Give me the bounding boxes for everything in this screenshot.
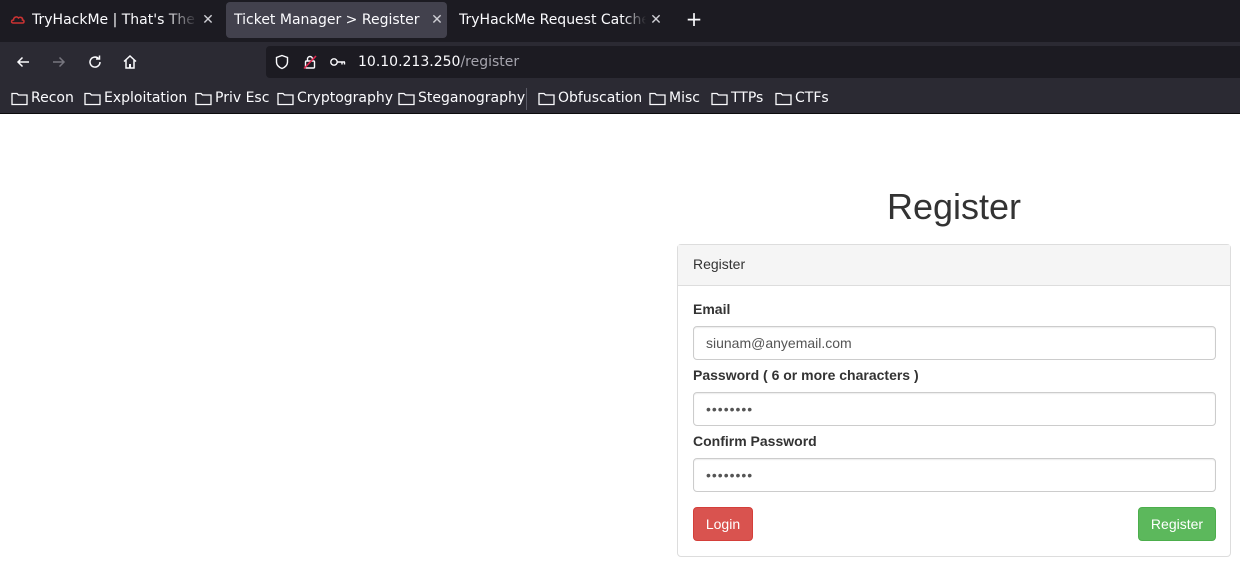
close-tab-icon[interactable]: ✕	[427, 12, 447, 28]
url-text[interactable]: 10.10.213.250/register	[358, 54, 519, 70]
confirm-password-label: Confirm Password	[693, 433, 817, 449]
folder-icon	[775, 92, 792, 105]
bookmark-label: Priv Esc	[215, 90, 270, 106]
bookmark-label: Steganography	[418, 90, 526, 106]
forward-arrow-icon	[53, 56, 66, 68]
bookmarks-separator	[526, 88, 527, 110]
bookmark-label: Misc	[669, 90, 700, 106]
register-panel: Register Email siunam@anyemail.com Passw…	[677, 244, 1231, 557]
folder-icon	[398, 92, 415, 105]
page-content: Register Register Email siunam@anyemail.…	[0, 114, 1240, 563]
home-button[interactable]	[118, 50, 142, 74]
password-input[interactable]: ••••••••	[693, 392, 1216, 426]
close-tab-icon[interactable]: ✕	[198, 12, 218, 28]
bookmark-folder-misc[interactable]: Misc	[649, 88, 700, 108]
folder-icon	[711, 92, 728, 105]
panel-heading: Register	[678, 245, 1230, 286]
reload-button[interactable]	[83, 50, 107, 74]
url-host: 10.10.213.250	[358, 54, 461, 70]
folder-icon	[277, 92, 294, 105]
bookmark-label: Exploitation	[104, 90, 188, 106]
tab-ticket-manager[interactable]: Ticket Manager > Register ✕	[226, 2, 447, 38]
back-arrow-icon	[16, 56, 29, 68]
reload-icon	[89, 55, 101, 68]
tab-title: Ticket Manager > Register	[234, 12, 420, 28]
tab-tryhackme[interactable]: TryHackMe | That's The Ti ✕	[6, 2, 218, 38]
navigation-toolbar: 10.10.213.250/register	[0, 42, 1240, 82]
password-label: Password ( 6 or more characters )	[693, 367, 919, 383]
bookmarks-toolbar: Recon Exploitation Priv Esc Cryptography…	[0, 82, 1240, 114]
back-button[interactable]	[11, 50, 35, 74]
folder-icon	[195, 92, 212, 105]
new-tab-button[interactable]: +	[682, 8, 706, 32]
register-button[interactable]: Register	[1138, 507, 1216, 541]
shield-icon[interactable]	[270, 50, 294, 74]
folder-icon	[538, 92, 555, 105]
home-icon	[123, 54, 137, 69]
tab-title: TryHackMe | That's The Ti	[32, 12, 198, 28]
email-input[interactable]: siunam@anyemail.com	[693, 326, 1216, 360]
url-bar[interactable]: 10.10.213.250/register	[266, 46, 1240, 78]
folder-icon	[649, 92, 666, 105]
bookmark-folder-priv-esc[interactable]: Priv Esc	[195, 88, 269, 108]
url-path: /register	[460, 54, 520, 70]
bookmark-label: TTPs	[731, 90, 764, 106]
forward-button[interactable]	[47, 50, 71, 74]
bookmark-folder-ctfs[interactable]: CTFs	[775, 88, 829, 108]
confirm-password-value: ••••••••	[706, 467, 754, 483]
bookmark-folder-steganography[interactable]: Steganography	[398, 88, 525, 108]
close-tab-icon[interactable]: ✕	[646, 12, 666, 28]
tryhackme-favicon-icon	[10, 12, 26, 28]
tab-request-catcher[interactable]: TryHackMe Request Catcher ✕	[452, 2, 666, 38]
folder-icon	[84, 92, 101, 105]
password-value: ••••••••	[706, 401, 754, 417]
bookmark-label: CTFs	[795, 90, 829, 106]
email-label: Email	[693, 301, 731, 317]
tab-strip: TryHackMe | That's The Ti ✕ Ticket Manag…	[0, 0, 1240, 42]
folder-icon	[11, 92, 28, 105]
bookmark-label: Cryptography	[297, 90, 394, 106]
login-button[interactable]: Login	[693, 507, 753, 541]
bookmark-label: Obfuscation	[558, 90, 643, 106]
email-value: siunam@anyemail.com	[706, 335, 852, 351]
tab-title: TryHackMe Request Catcher	[459, 12, 646, 28]
bookmark-folder-recon[interactable]: Recon	[11, 88, 74, 108]
bookmark-folder-exploitation[interactable]: Exploitation	[84, 88, 187, 108]
bookmark-folder-cryptography[interactable]: Cryptography	[277, 88, 393, 108]
bookmark-label: Recon	[31, 90, 74, 106]
page-title: Register	[886, 186, 1022, 227]
confirm-password-input[interactable]: ••••••••	[693, 458, 1216, 492]
key-icon[interactable]	[326, 50, 350, 74]
insecure-lock-icon[interactable]	[298, 50, 322, 74]
bookmark-folder-obfuscation[interactable]: Obfuscation	[538, 88, 642, 108]
bookmark-folder-ttps[interactable]: TTPs	[711, 88, 763, 108]
